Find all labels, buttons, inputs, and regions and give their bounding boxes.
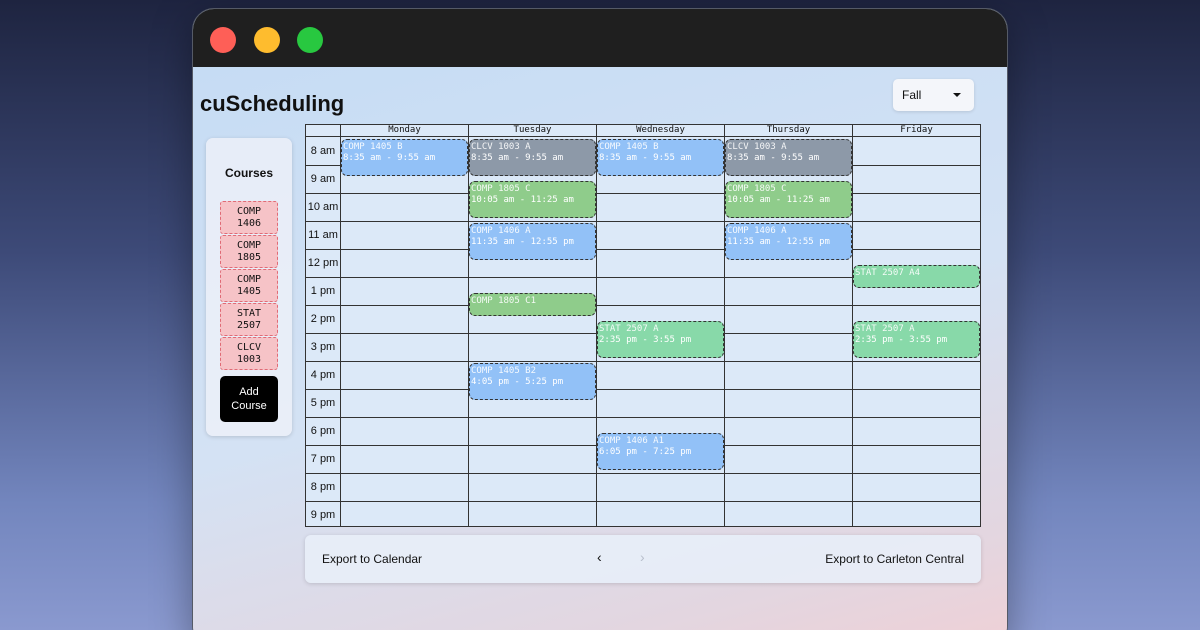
course-event-time: 10:05 am - 11:25 am: [471, 195, 574, 205]
course-event[interactable]: STAT 2507 A 2:35 pm - 3:55 pm: [853, 321, 980, 358]
course-event-time: 8:35 am - 9:55 am: [343, 153, 436, 163]
course-event[interactable]: COMP 1405 B 8:35 am - 9:55 am: [597, 139, 724, 176]
course-event[interactable]: COMP 1405 B 8:35 am - 9:55 am: [341, 139, 468, 176]
chevron-right-icon[interactable]: ›: [640, 549, 645, 565]
course-event[interactable]: COMP 1406 A1 6:05 pm - 7:25 pm: [597, 433, 724, 470]
course-event[interactable]: CLCV 1003 A 8:35 am - 9:55 am: [469, 139, 596, 176]
day-header: Thursday: [725, 125, 853, 136]
minimize-window-button[interactable]: [254, 27, 280, 53]
grid-line: [306, 473, 980, 474]
course-event-time: 11:35 am - 12:55 pm: [727, 237, 830, 247]
grid-line: [306, 361, 980, 362]
footer-bar: Export to Calendar ‹ › Export to Carleto…: [305, 535, 981, 583]
course-event-name: COMP 1805 C1: [471, 296, 537, 306]
time-label: 1 pm: [310, 285, 336, 297]
course-event[interactable]: COMP 1406 A 11:35 am - 12:55 pm: [725, 223, 852, 260]
grid-line: [306, 389, 980, 390]
course-event[interactable]: STAT 2507 A 2:35 pm - 3:55 pm: [597, 321, 724, 358]
chevron-down-icon: [953, 93, 961, 97]
course-chip[interactable]: STAT 2507: [220, 303, 278, 336]
course-event-time: 2:35 pm - 3:55 pm: [599, 335, 692, 345]
course-event-name: COMP 1406 A: [471, 226, 531, 236]
course-event-time: 10:05 am - 11:25 am: [727, 195, 830, 205]
course-event-name: COMP 1405 B2: [471, 366, 537, 376]
day-header: Monday: [341, 125, 469, 136]
course-event-name: COMP 1805 C: [471, 184, 531, 194]
course-event[interactable]: COMP 1405 B2 4:05 pm - 5:25 pm: [469, 363, 596, 400]
term-select-value: Fall: [902, 88, 922, 102]
grid-line: [340, 125, 341, 526]
term-select[interactable]: Fall: [893, 79, 974, 111]
zoom-window-button[interactable]: [297, 27, 323, 53]
day-header: Friday: [853, 125, 981, 136]
grid-line: [306, 501, 980, 502]
course-event-name: CLCV 1003 A: [727, 142, 787, 152]
grid-line: [306, 305, 980, 306]
time-label: 11 am: [308, 229, 338, 241]
course-event-name: COMP 1406 A: [727, 226, 787, 236]
chevron-left-icon[interactable]: ‹: [597, 549, 602, 565]
courses-title: Courses: [224, 166, 274, 180]
close-window-button[interactable]: [210, 27, 236, 53]
export-carleton-central-button[interactable]: Export to Carleton Central: [825, 552, 964, 566]
time-label: 7 pm: [310, 453, 336, 465]
course-event[interactable]: CLCV 1003 A 8:35 am - 9:55 am: [725, 139, 852, 176]
course-event-time: 8:35 am - 9:55 am: [471, 153, 564, 163]
weekly-calendar: Monday Tuesday Wednesday Thursday Friday 8 am…: [305, 124, 981, 527]
course-event-name: STAT 2507 A: [599, 324, 659, 334]
course-chip[interactable]: COMP 1805: [220, 235, 278, 268]
time-label: 12 pm: [307, 257, 339, 269]
course-event-name: COMP 1405 B: [343, 142, 403, 152]
course-event[interactable]: COMP 1805 C 10:05 am - 11:25 am: [725, 181, 852, 218]
course-event[interactable]: COMP 1805 C1: [469, 293, 596, 316]
time-label: 3 pm: [310, 341, 336, 353]
time-label: 6 pm: [310, 425, 336, 437]
window-titlebar: [193, 9, 1007, 67]
grid-line: [306, 221, 980, 222]
course-event[interactable]: COMP 1406 A 11:35 am - 12:55 pm: [469, 223, 596, 260]
app-title: cuScheduling: [200, 91, 345, 116]
course-event-name: COMP 1406 A1: [599, 436, 665, 446]
course-event-name: CLCV 1003 A: [471, 142, 531, 152]
course-chip[interactable]: COMP 1406: [220, 201, 278, 234]
course-event[interactable]: COMP 1805 C 10:05 am - 11:25 am: [469, 181, 596, 218]
time-label: 8 pm: [310, 481, 336, 493]
grid-line: [306, 193, 980, 194]
time-label: 9 pm: [310, 509, 336, 521]
time-label: 10 am: [307, 201, 339, 213]
course-event-time: 6:05 pm - 7:25 pm: [599, 447, 692, 457]
time-label: 2 pm: [310, 313, 336, 325]
time-label: 9 am: [310, 173, 336, 185]
course-event-name: STAT 2507 A: [855, 324, 915, 334]
course-chip[interactable]: COMP 1405: [220, 269, 278, 302]
course-event-name: STAT 2507 A4: [855, 268, 921, 278]
course-event-name: COMP 1405 B: [599, 142, 659, 152]
day-header: Wednesday: [597, 125, 725, 136]
day-header: Tuesday: [469, 125, 597, 136]
app-window: cuScheduling Fall Courses COMP 1406 COMP…: [192, 8, 1008, 630]
course-event-time: 2:35 pm - 3:55 pm: [855, 335, 948, 345]
course-event-time: 8:35 am - 9:55 am: [599, 153, 692, 163]
app-content: cuScheduling Fall Courses COMP 1406 COMP…: [193, 67, 1007, 630]
time-label: 4 pm: [310, 369, 336, 381]
grid-line: [306, 417, 980, 418]
export-calendar-button[interactable]: Export to Calendar: [322, 552, 422, 566]
courses-sidebar: Courses COMP 1406 COMP 1805 COMP 1405 ST…: [206, 138, 292, 436]
time-label: 5 pm: [310, 397, 336, 409]
add-course-button[interactable]: Add Course: [220, 376, 278, 422]
grid-line: [306, 136, 980, 137]
course-event[interactable]: STAT 2507 A4: [853, 265, 980, 288]
grid-line: [306, 249, 980, 250]
course-event-time: 4:05 pm - 5:25 pm: [471, 377, 564, 387]
course-event-name: COMP 1805 C: [727, 184, 787, 194]
time-label: 8 am: [310, 145, 336, 157]
course-event-time: 11:35 am - 12:55 pm: [471, 237, 574, 247]
course-chip[interactable]: CLCV 1003: [220, 337, 278, 370]
course-event-time: 8:35 am - 9:55 am: [727, 153, 820, 163]
